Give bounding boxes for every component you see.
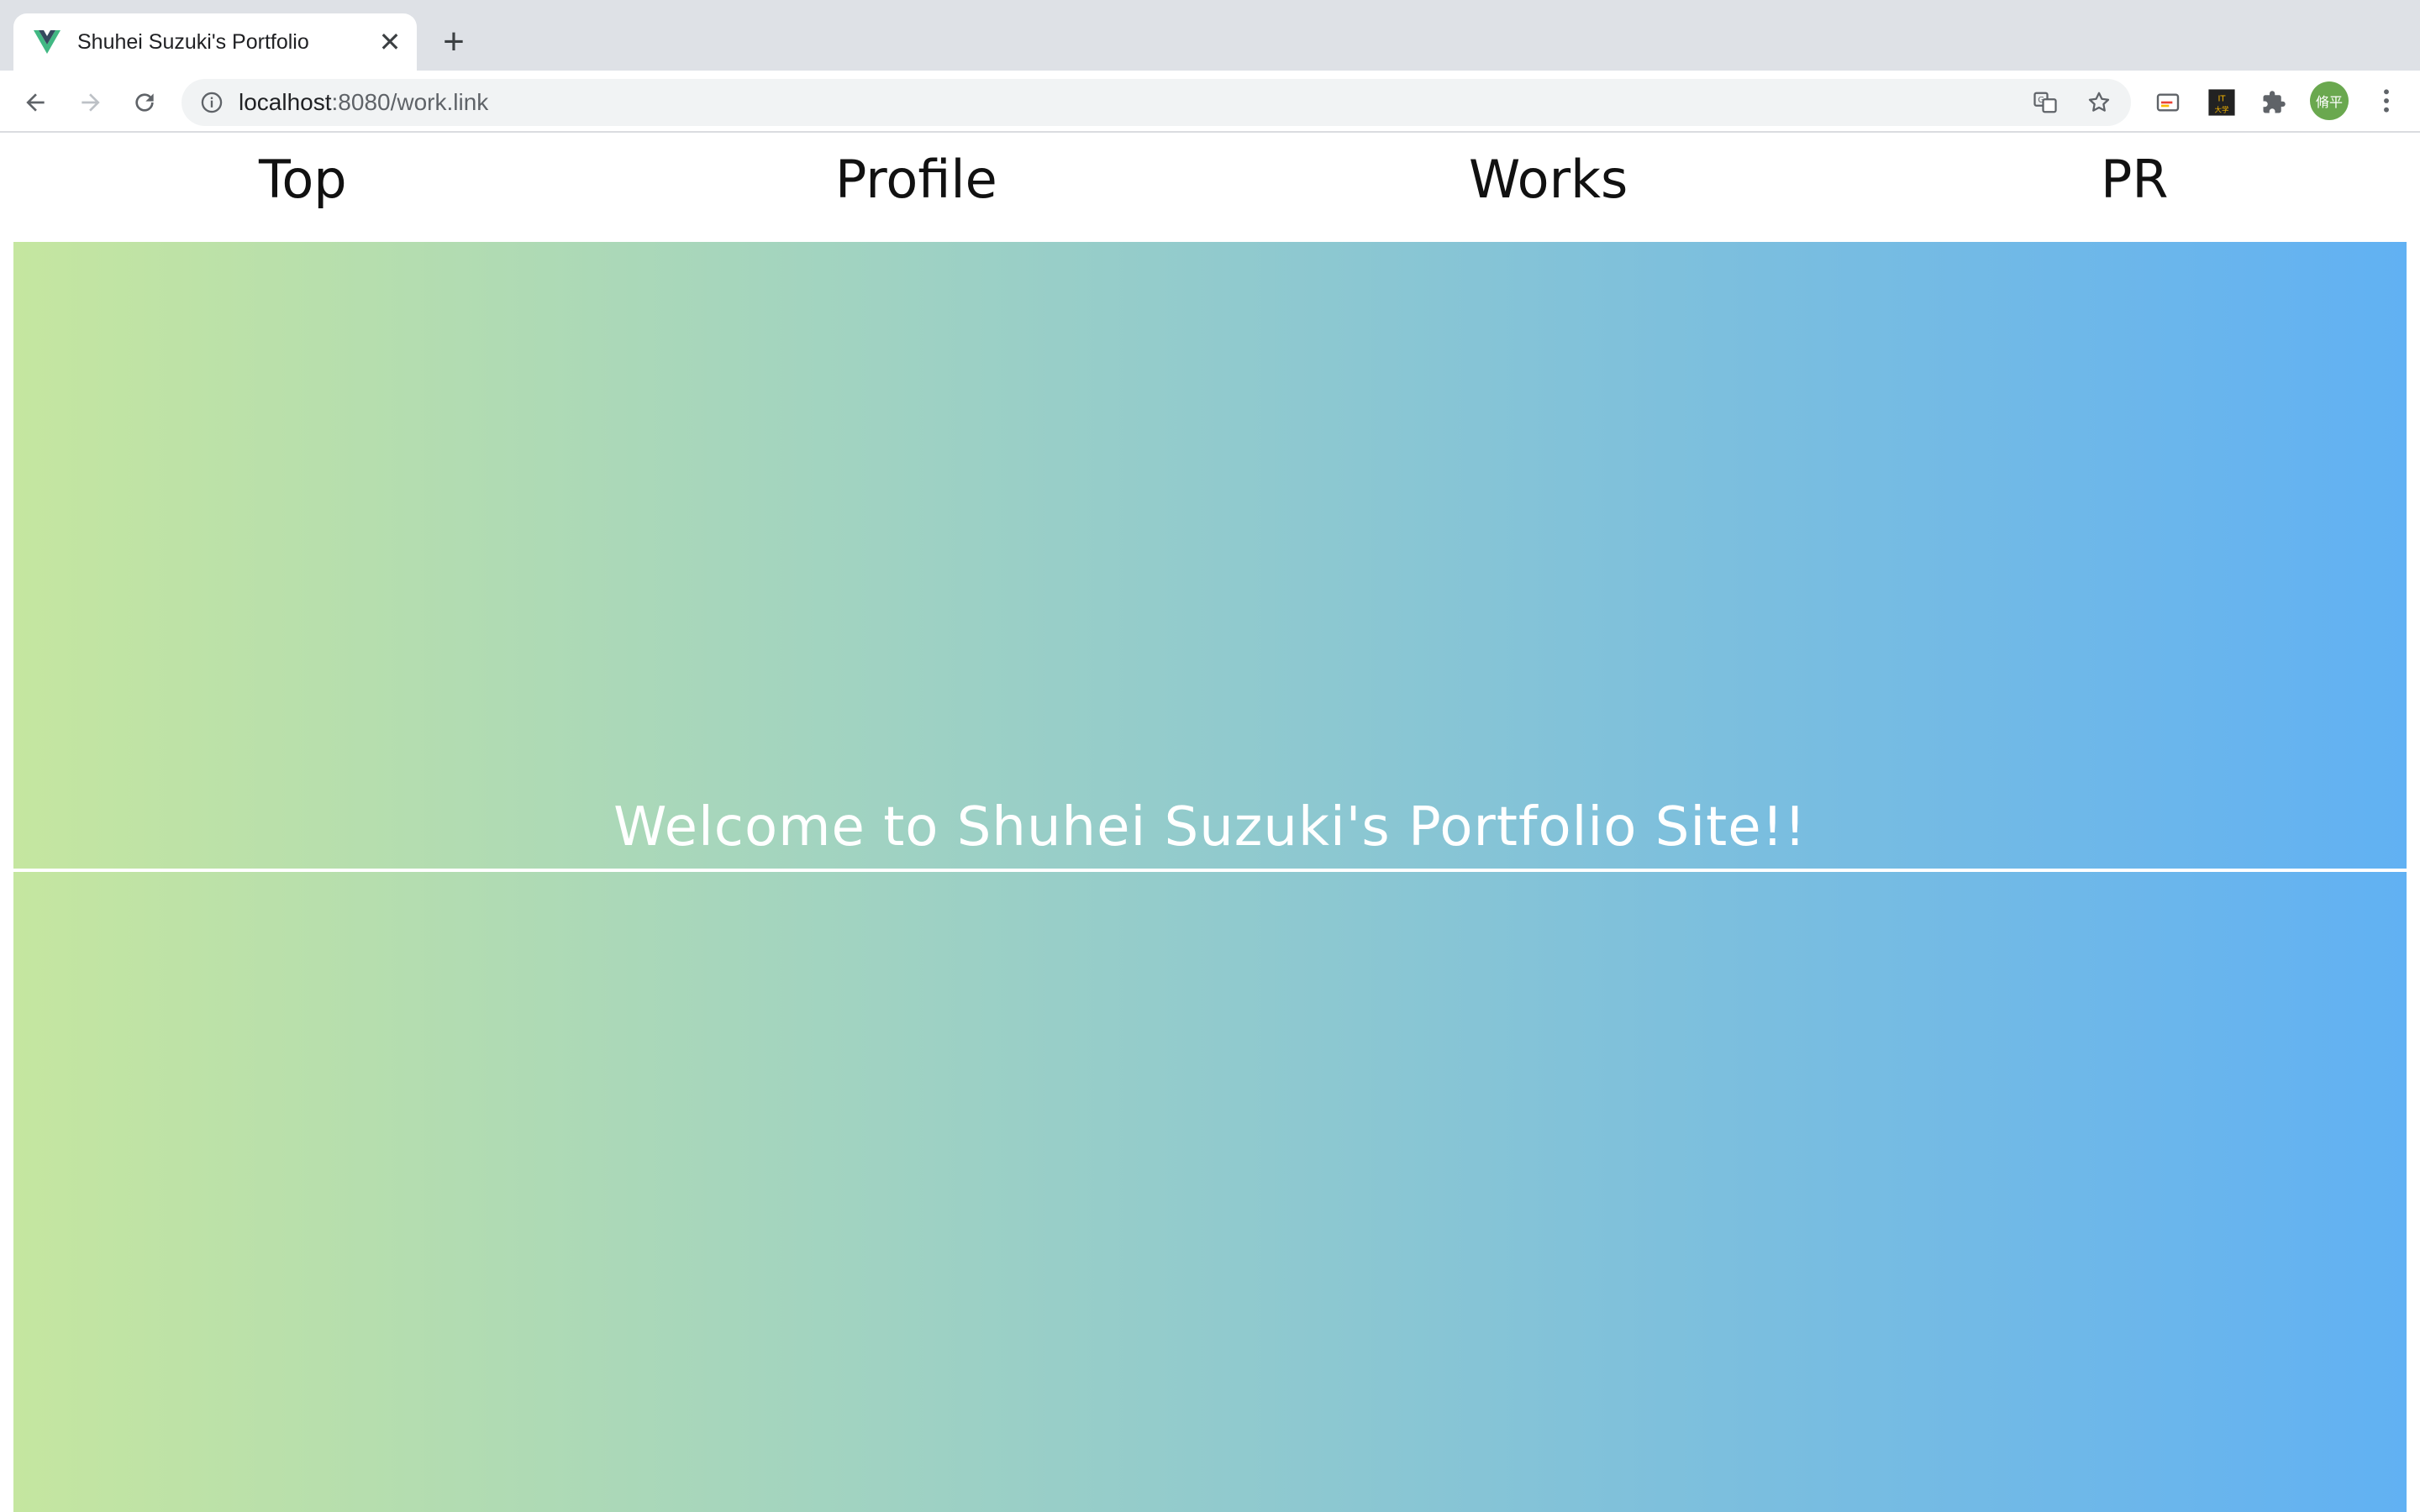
- forward-arrow-icon[interactable]: [72, 84, 109, 121]
- browser-toolbar: localhost:8080/work.link G IT 大学: [0, 71, 2420, 133]
- new-tab-button[interactable]: +: [434, 22, 474, 62]
- browser-menu-icon[interactable]: [2370, 84, 2403, 118]
- url-path: :8080/work.link: [331, 89, 489, 115]
- it-university-extension-icon[interactable]: IT 大学: [2205, 86, 2238, 119]
- nav-link-works[interactable]: Works: [1469, 150, 1628, 210]
- tab-title: Shuhei Suzuki's Portfolio: [77, 29, 309, 54]
- hero-section: Welcome to Shuhei Suzuki's Portfolio Sit…: [13, 242, 2407, 1512]
- browser-tabstrip: Shuhei Suzuki's Portfolio ✕ +: [0, 0, 2420, 71]
- site-navigation: Top Profile Works PR: [0, 133, 2420, 242]
- translate-icon[interactable]: G: [2030, 87, 2060, 118]
- address-bar[interactable]: localhost:8080/work.link G: [182, 79, 2131, 126]
- close-tab-icon[interactable]: ✕: [375, 27, 405, 57]
- nav-link-pr[interactable]: PR: [2101, 150, 2168, 210]
- svg-text:大学: 大学: [2214, 105, 2229, 114]
- url-text[interactable]: localhost:8080/work.link: [239, 89, 488, 116]
- cast-icon[interactable]: [2151, 86, 2185, 119]
- profile-avatar[interactable]: 脩平: [2310, 81, 2349, 120]
- nav-link-top[interactable]: Top: [259, 150, 347, 210]
- back-arrow-icon[interactable]: [17, 84, 54, 121]
- url-host: localhost: [239, 89, 332, 115]
- extensions-puzzle-icon[interactable]: [2257, 86, 2291, 119]
- svg-text:IT: IT: [2218, 95, 2227, 104]
- bookmark-star-icon[interactable]: [2084, 87, 2114, 118]
- info-icon[interactable]: [198, 89, 225, 116]
- hero-divider: [13, 869, 2407, 872]
- reload-icon[interactable]: [126, 84, 163, 121]
- hero-title: Welcome to Shuhei Suzuki's Portfolio Sit…: [613, 796, 1807, 858]
- browser-tab[interactable]: Shuhei Suzuki's Portfolio ✕: [13, 13, 417, 71]
- vue-logo-icon: [34, 29, 60, 55]
- nav-link-profile[interactable]: Profile: [835, 150, 997, 210]
- svg-text:G: G: [2038, 96, 2044, 105]
